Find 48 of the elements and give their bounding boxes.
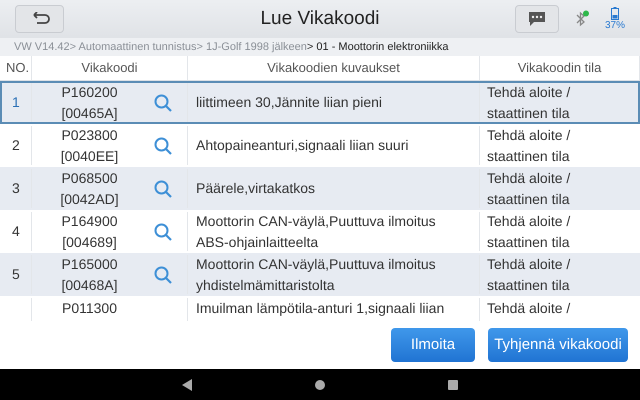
fault-description: Moottorin CAN-väylä,Puuttuva ilmoitus ABS-ohjainlaitteelta xyxy=(196,212,436,252)
row-number: 1 xyxy=(12,93,20,112)
back-button[interactable] xyxy=(15,5,64,33)
back-nav-icon[interactable] xyxy=(182,378,192,390)
home-nav-icon[interactable] xyxy=(314,380,325,390)
battery-icon xyxy=(610,7,619,20)
search-icon[interactable] xyxy=(154,222,172,240)
fault-code: P160200 [00465A] xyxy=(60,82,119,123)
screen-title: Lue Vikakoodi xyxy=(259,6,381,31)
fault-code-row[interactable]: 3 P068500 [0042AD] Päärele,virtakatkos Tehdä aloite / staattinen tila xyxy=(0,167,640,210)
search-icon[interactable] xyxy=(154,266,172,284)
fault-description: liittimeen 30,Jännite liian pieni xyxy=(196,93,382,112)
fault-status: Tehdä aloite / xyxy=(487,299,570,318)
fault-status: Tehdä aloite / staattinen tila xyxy=(487,82,570,122)
fault-code: P068500 [0042AD] xyxy=(59,168,120,209)
row-number: 2 xyxy=(12,136,20,155)
fault-description: Imuilman lämpötila-anturi 1,signaali liian xyxy=(196,299,444,318)
bluetooth-icon xyxy=(574,10,589,28)
fault-code: P023800 [0040EE] xyxy=(60,126,120,166)
fault-code: P165000 [00468A] xyxy=(60,254,119,295)
row-number: 4 xyxy=(12,222,20,241)
recents-nav-icon[interactable] xyxy=(448,380,458,390)
fault-code: P164900 [004689] xyxy=(60,212,119,252)
fault-status: Tehdä aloite / staattinen tila xyxy=(487,212,570,252)
battery-percentage: 37% xyxy=(604,20,625,31)
fault-description: Päärele,virtakatkos xyxy=(196,179,316,198)
search-icon[interactable] xyxy=(154,136,172,154)
fault-code: P011300 xyxy=(60,299,118,318)
report-button[interactable]: Ilmoita xyxy=(391,328,475,362)
clear-codes-button[interactable]: Tyhjennä vikakoodi xyxy=(488,328,628,362)
row-number: 5 xyxy=(12,265,20,284)
fault-status: Tehdä aloite / staattinen tila xyxy=(487,168,570,208)
fault-status: Tehdä aloite / staattinen tila xyxy=(487,254,570,294)
search-icon[interactable] xyxy=(154,94,172,112)
fault-description: Moottorin CAN-väylä,Puuttuva ilmoitus yhdistelmämittaristolta xyxy=(196,254,436,295)
column-header: NO. xyxy=(6,59,30,78)
column-header: Vikakoodien kuvaukset xyxy=(267,59,400,78)
chat-icon xyxy=(528,11,546,27)
fault-description: Ahtopaineanturi,signaali liian suuri xyxy=(196,136,408,155)
breadcrumb-item[interactable]: > 01 - Moottorin elektroniikka xyxy=(306,38,448,56)
message-button[interactable] xyxy=(514,5,559,33)
fault-code-row[interactable]: 1 P160200 [00465A] liittimeen 30,Jännite liian pieni Tehdä aloite / staattinen tila xyxy=(0,81,640,124)
column-header: Vikakoodi xyxy=(81,59,138,78)
search-icon[interactable] xyxy=(154,180,172,198)
row-number: 3 xyxy=(12,179,20,198)
column-header: Vikakoodin tila xyxy=(518,59,602,78)
fault-status: Tehdä aloite / staattinen tila xyxy=(487,126,570,166)
fault-code-row[interactable]: 5 P165000 [00468A] Moottorin CAN-väylä,Puuttuva ilmoitus yhdistelmämittaristolta Tehdä aloite / staattinen tila xyxy=(0,253,640,296)
